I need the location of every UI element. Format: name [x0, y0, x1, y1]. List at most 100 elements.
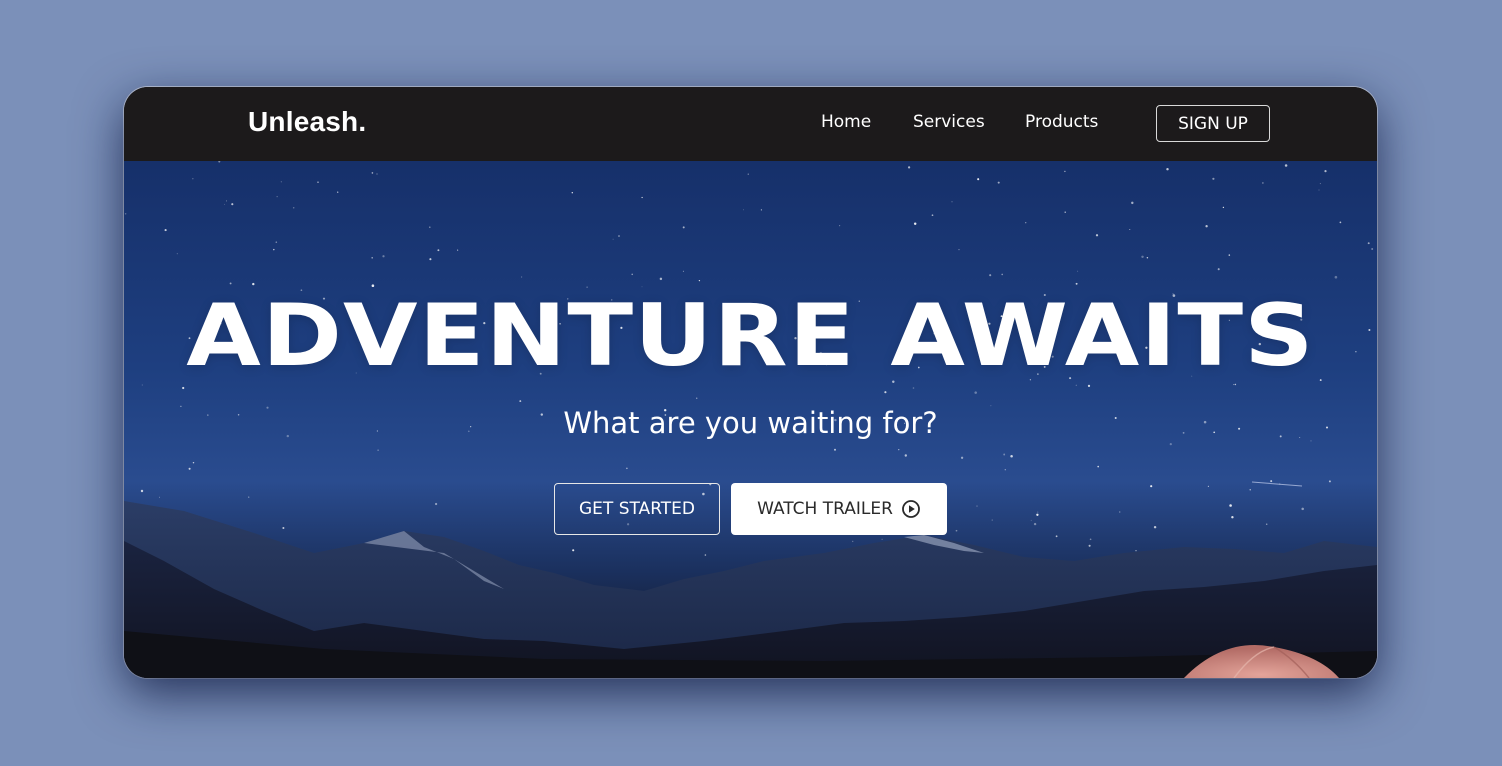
star	[188, 467, 191, 470]
star	[1088, 544, 1091, 547]
star	[1319, 379, 1322, 382]
star	[913, 222, 917, 225]
star	[1097, 465, 1099, 468]
star	[377, 449, 379, 451]
star	[955, 529, 958, 532]
star	[904, 454, 907, 457]
star	[1089, 538, 1092, 541]
star	[974, 391, 977, 394]
star	[371, 257, 373, 259]
hero-subheadline: What are you waiting for?	[563, 406, 938, 440]
star	[292, 207, 295, 209]
star	[631, 273, 633, 276]
star	[280, 181, 282, 183]
star	[571, 191, 574, 194]
star	[951, 201, 953, 203]
logo[interactable]: Unleash.	[248, 106, 366, 138]
star	[907, 166, 911, 169]
star	[224, 203, 226, 205]
star	[140, 489, 144, 493]
star	[1249, 489, 1251, 491]
star	[231, 203, 234, 206]
nav-link-services[interactable]: Services	[913, 112, 985, 132]
star	[124, 212, 127, 215]
nav-link-products[interactable]: Products	[1025, 112, 1098, 132]
star	[698, 279, 701, 282]
star	[997, 181, 1000, 184]
watch-trailer-label: WATCH TRAILER	[757, 499, 893, 519]
star	[1334, 275, 1338, 279]
star	[1095, 234, 1099, 237]
star	[1141, 255, 1144, 259]
star	[1064, 170, 1066, 173]
star	[159, 496, 160, 498]
star	[1030, 519, 1032, 521]
watch-trailer-button[interactable]: WATCH TRAILER	[731, 483, 947, 535]
star	[1367, 242, 1370, 245]
star	[1207, 485, 1209, 487]
star	[1150, 485, 1153, 488]
star	[626, 467, 628, 470]
star	[612, 238, 614, 240]
star	[960, 456, 964, 459]
star	[229, 282, 232, 285]
star	[976, 505, 978, 507]
star	[989, 274, 992, 277]
star	[1153, 525, 1157, 529]
star	[1004, 469, 1006, 471]
star	[429, 226, 431, 228]
star	[572, 549, 575, 552]
star	[1010, 454, 1013, 458]
hero-section: ADVENTURE AWAITS What are you waiting fo…	[124, 161, 1377, 678]
star	[1270, 480, 1273, 483]
star	[376, 173, 378, 175]
star	[881, 538, 883, 540]
play-circle-icon	[901, 499, 921, 519]
star	[1036, 513, 1039, 516]
star	[696, 397, 698, 399]
star	[1131, 201, 1134, 205]
star	[1310, 440, 1312, 442]
star	[192, 178, 194, 180]
star	[1037, 511, 1039, 513]
star	[1222, 206, 1225, 209]
star	[884, 391, 887, 394]
star	[1075, 282, 1078, 285]
star	[1339, 221, 1342, 224]
star	[659, 277, 663, 281]
star	[1025, 222, 1027, 224]
signup-button[interactable]: SIGN UP	[1156, 105, 1270, 142]
star	[641, 196, 643, 199]
star	[1319, 183, 1321, 185]
star	[1212, 177, 1215, 180]
star	[252, 282, 255, 286]
star	[852, 540, 854, 543]
star	[1077, 270, 1079, 272]
star	[218, 161, 221, 163]
star	[1055, 535, 1058, 538]
star	[839, 225, 841, 227]
star	[1371, 248, 1374, 250]
nav-link-home[interactable]: Home	[821, 112, 871, 132]
navbar: Unleash. Home Services Products SIGN UP	[124, 87, 1377, 161]
star	[1119, 511, 1121, 513]
star	[1324, 170, 1327, 173]
star	[434, 502, 438, 506]
star	[743, 209, 744, 211]
star	[1318, 189, 1320, 191]
star	[898, 449, 900, 451]
browser-window: Unleash. Home Services Products SIGN UP	[124, 87, 1377, 678]
star	[1265, 523, 1268, 526]
star	[382, 255, 385, 258]
star	[182, 386, 185, 390]
star	[1217, 268, 1220, 271]
star	[226, 200, 228, 202]
star	[834, 448, 836, 451]
star	[1001, 273, 1003, 276]
star	[1229, 504, 1232, 507]
star	[1003, 453, 1006, 456]
star	[141, 384, 143, 386]
get-started-button[interactable]: GET STARTED	[554, 483, 720, 535]
star	[429, 258, 432, 261]
star	[618, 235, 620, 237]
